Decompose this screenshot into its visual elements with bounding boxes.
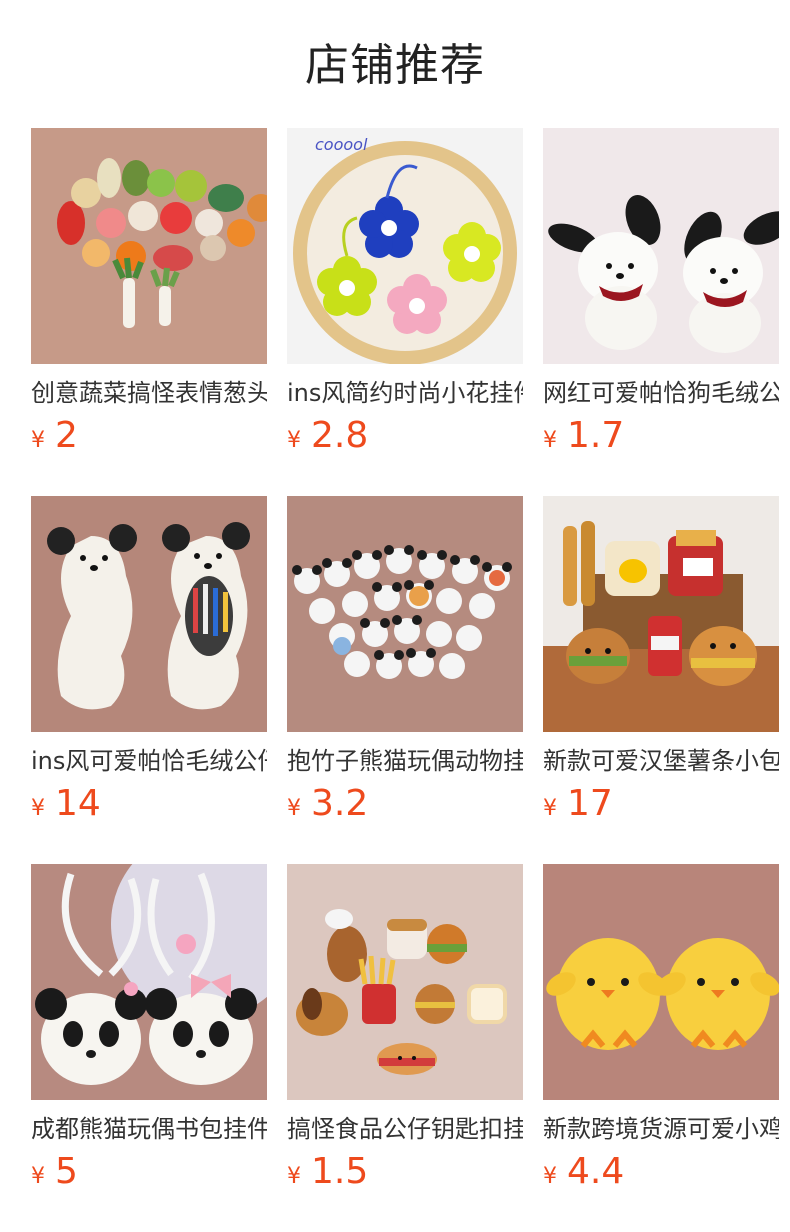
product-image[interactable]: cooool [287,128,523,364]
product-price: ¥ 1.7 [543,414,779,458]
product-image[interactable] [543,864,779,1100]
currency-symbol: ¥ [287,428,301,453]
product-card[interactable]: 新款跨境货源可爱小鸡公仔 ¥ 4.4 [543,864,779,1232]
product-price: ¥ 3.2 [287,782,523,826]
product-image[interactable] [31,496,267,732]
product-name[interactable]: ins风可爱帕恰毛绒公仔笔袋 [31,744,267,778]
product-card[interactable]: ins风可爱帕恰毛绒公仔笔袋 ¥ 14 [31,496,267,864]
product-price: ¥ 4.4 [543,1150,779,1194]
product-card[interactable]: 搞怪食品公仔钥匙扣挂件 ¥ 1.5 [287,864,523,1232]
currency-symbol: ¥ [287,796,301,821]
product-name[interactable]: 成都熊猫玩偶书包挂件 [31,1112,267,1146]
product-image[interactable] [543,128,779,364]
product-image[interactable] [287,864,523,1100]
product-image[interactable] [31,128,267,364]
product-price: ¥ 1.5 [287,1150,523,1194]
product-card[interactable]: 网红可爱帕恰狗毛绒公仔 ¥ 1.7 [543,128,779,496]
product-price: ¥ 17 [543,782,779,826]
product-name[interactable]: 创意蔬菜搞怪表情葱头挂件 [31,376,267,410]
product-price: ¥ 14 [31,782,267,826]
product-price: ¥ 5 [31,1150,267,1194]
product-image[interactable] [543,496,779,732]
price-value: 1.7 [567,415,625,456]
product-name[interactable]: ins风简约时尚小花挂件 [287,376,523,410]
product-card[interactable]: 创意蔬菜搞怪表情葱头挂件 ¥ 2 [31,128,267,496]
price-value: 4.4 [567,1151,625,1192]
currency-symbol: ¥ [543,796,557,821]
product-name[interactable]: 抱竹子熊猫玩偶动物挂件 [287,744,523,778]
price-value: 2 [55,415,78,456]
product-name[interactable]: 新款可爱汉堡薯条小包 [543,744,779,778]
product-price: ¥ 2.8 [287,414,523,458]
currency-symbol: ¥ [543,428,557,453]
currency-symbol: ¥ [31,796,45,821]
price-value: 14 [55,783,101,824]
price-value: 5 [55,1151,78,1192]
product-price: ¥ 2 [31,414,267,458]
page-title: 店铺推荐 [305,40,485,91]
product-image[interactable] [287,496,523,732]
price-value: 17 [567,783,613,824]
product-card[interactable]: 抱竹子熊猫玩偶动物挂件 ¥ 3.2 [287,496,523,864]
product-name[interactable]: 网红可爱帕恰狗毛绒公仔 [543,376,779,410]
currency-symbol: ¥ [31,428,45,453]
product-card[interactable]: 新款可爱汉堡薯条小包 ¥ 17 [543,496,779,864]
currency-symbol: ¥ [287,1164,301,1189]
product-card[interactable]: 成都熊猫玩偶书包挂件 ¥ 5 [31,864,267,1232]
product-name[interactable]: 新款跨境货源可爱小鸡公仔 [543,1112,779,1146]
product-name[interactable]: 搞怪食品公仔钥匙扣挂件 [287,1112,523,1146]
price-value: 3.2 [311,783,369,824]
product-grid: 创意蔬菜搞怪表情葱头挂件 ¥ 2 cooool [31,128,781,1232]
currency-symbol: ¥ [31,1164,45,1189]
product-image[interactable] [31,864,267,1100]
product-card[interactable]: cooool ins风简约时尚小花挂件 ¥ 2.8 [287,128,523,496]
price-value: 2.8 [311,415,369,456]
svg-text:cooool: cooool [315,135,368,154]
currency-symbol: ¥ [543,1164,557,1189]
price-value: 1.5 [311,1151,369,1192]
